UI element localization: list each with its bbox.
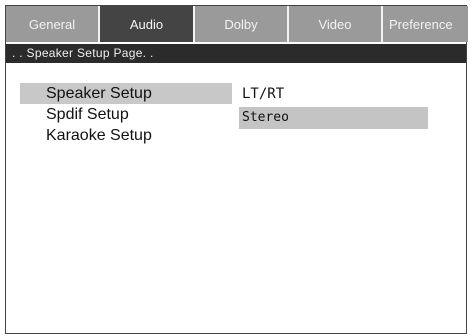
- tab-audio[interactable]: Audio: [100, 6, 195, 42]
- tab-general[interactable]: General: [6, 6, 100, 42]
- tab-label: Video: [318, 16, 352, 32]
- tab-bar: General Audio Dolby Video Preference: [6, 6, 468, 42]
- tab-label: General: [28, 16, 76, 32]
- page-title-bar: . . Speaker Setup Page. .: [6, 44, 466, 63]
- options-panel: LT/RT Stereo: [239, 83, 428, 129]
- menu-item-spdif-setup[interactable]: Spdif Setup: [20, 104, 232, 125]
- menu-item-speaker-setup[interactable]: Speaker Setup: [20, 83, 232, 104]
- setup-content: Speaker Setup Spdif Setup Karaoke Setup …: [6, 63, 466, 333]
- tab-label: Preference: [389, 16, 453, 32]
- tab-dolby[interactable]: Dolby: [195, 6, 289, 42]
- tab-label: Audio: [129, 16, 164, 32]
- setup-menu: Speaker Setup Spdif Setup Karaoke Setup: [20, 83, 232, 146]
- option-stereo[interactable]: Stereo: [239, 107, 428, 129]
- tab-label: Dolby: [224, 16, 258, 32]
- page-title: . . Speaker Setup Page. .: [12, 46, 154, 60]
- tab-video[interactable]: Video: [289, 6, 383, 42]
- current-value: LT/RT: [242, 86, 285, 102]
- tab-preference[interactable]: Preference: [383, 6, 468, 42]
- osd-screen: General Audio Dolby Video Preference . .…: [5, 5, 468, 334]
- menu-item-karaoke-setup[interactable]: Karaoke Setup: [20, 125, 232, 146]
